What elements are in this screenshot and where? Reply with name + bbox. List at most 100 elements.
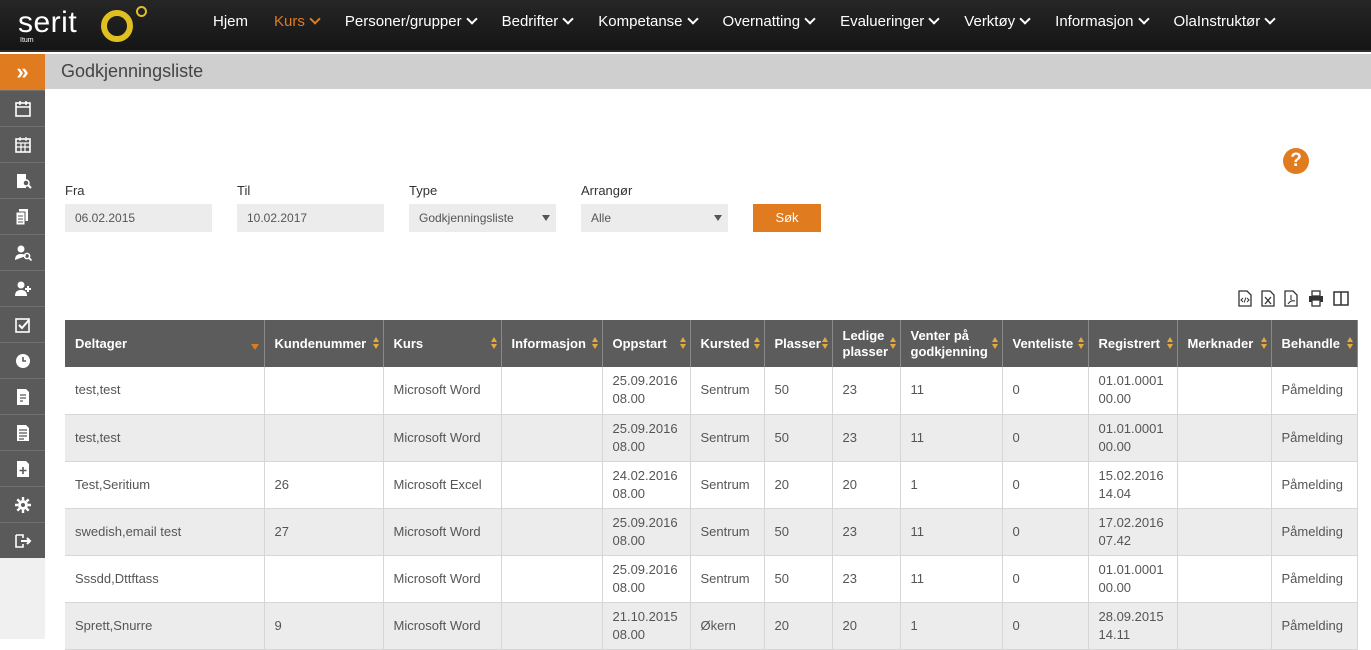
sort-icon[interactable] [991,337,999,351]
table-row[interactable]: Test,Seritium 26 Microsoft Excel 24.02.2016… [65,461,1358,509]
sidebar-toggle-button[interactable]: » [0,54,45,90]
columns-icon[interactable] [1333,290,1349,307]
cell-deltager: test,test [65,414,265,462]
nav-item-kurs[interactable]: Kurs [261,13,332,30]
sidebar-item-calendar-grid[interactable] [0,126,45,162]
print-icon[interactable] [1308,290,1324,307]
cell-registrert: 01.01.0001 00.00 [1088,367,1178,415]
column-header-registrert[interactable]: Registrert [1088,320,1178,367]
cell-kurs: Microsoft Excel [383,461,502,509]
sidebar-item-checkbox[interactable] [0,306,45,342]
cell-informasjon [501,602,603,650]
table-row[interactable]: Sprett,Snurre 9 Microsoft Word 21.10.2015 0… [65,602,1358,650]
column-header-merknader[interactable]: Merknader [1177,320,1272,367]
table-row[interactable]: test,test Microsoft Word 25.09.2016 08.00 S… [65,367,1358,415]
sidebar-item-logout[interactable] [0,522,45,558]
column-header-venteliste[interactable]: Venteliste [1002,320,1089,367]
pdf-export-icon[interactable] [1283,290,1299,307]
sidebar-item-report[interactable] [0,378,45,414]
sidebar-item-documents[interactable] [0,198,45,234]
column-header-kursted[interactable]: Kursted [690,320,765,367]
cell-behandle[interactable]: Påmelding [1271,555,1358,603]
nav-item-hjem[interactable]: Hjem [200,13,261,30]
logo-subtext: Itum [20,37,34,44]
nav-item-bedrifter[interactable]: Bedrifter [489,13,586,30]
chevron-down-icon [1264,12,1276,25]
cell-registrert: 17.02.2016 07.42 [1088,508,1178,556]
cell-kurs: Microsoft Word [383,414,502,462]
cell-plasser: 20 [764,461,833,509]
til-date-input[interactable]: 10.02.2017 [237,204,384,232]
column-header-plasser[interactable]: Plasser [764,320,833,367]
serit-logo[interactable]: serit Itum [18,6,158,46]
sort-icon[interactable] [1260,337,1268,351]
sort-icon[interactable] [889,337,897,351]
cell-venter-på-godkjenning: 11 [900,414,1003,462]
sort-desc-icon[interactable] [250,344,259,350]
cell-venteliste: 0 [1002,461,1089,509]
sort-icon[interactable] [1077,337,1085,351]
sidebar-item-user-add[interactable] [0,270,45,306]
cell-informasjon [501,555,603,603]
sort-icon[interactable] [821,337,829,351]
sidebar-item-user-search[interactable] [0,234,45,270]
table-row[interactable]: swedish,email test 27 Microsoft Word 25.09.… [65,508,1358,556]
cell-informasjon [501,508,603,556]
table-row[interactable]: Sssdd,Dttftass Microsoft Word 25.09.2016 0… [65,555,1358,603]
nav-item-personer-grupper[interactable]: Personer/grupper [332,13,489,30]
column-header-ledige-plasser[interactable]: Ledige plasser [832,320,901,367]
sidebar-item-report-list[interactable] [0,414,45,450]
nav-item-informasjon[interactable]: Informasjon [1042,13,1160,30]
cell-plasser: 50 [764,555,833,603]
type-select[interactable]: Godkjenningsliste [409,204,556,232]
excel-export-icon[interactable] [1260,290,1276,307]
sort-icon[interactable] [679,337,687,351]
column-header-kundenummer[interactable]: Kundenummer [264,320,384,367]
column-header-deltager[interactable]: Deltager [65,320,265,367]
sidebar-item-gear[interactable] [0,486,45,522]
sidebar-item-calendar[interactable] [0,90,45,126]
cell-behandle[interactable]: Påmelding [1271,508,1358,556]
cell-behandle[interactable]: Påmelding [1271,461,1358,509]
nav-item-verktøy[interactable]: Verktøy [951,13,1042,30]
search-button[interactable]: Søk [753,204,821,232]
column-header-oppstart[interactable]: Oppstart [602,320,691,367]
nav-item-label: Kompetanse [598,12,683,30]
cell-behandle[interactable]: Påmelding [1271,367,1358,415]
double-chevron-right-icon: » [16,59,29,84]
column-header-behandle[interactable]: Behandle [1271,320,1358,367]
cell-kurs: Microsoft Word [383,367,502,415]
fra-date-input[interactable]: 06.02.2015 [65,204,212,232]
logo-dot-icon [136,6,147,17]
nav-item-kompetanse[interactable]: Kompetanse [585,13,709,30]
cell-kursted: Økern [690,602,765,650]
column-header-informasjon[interactable]: Informasjon [501,320,603,367]
sidebar-item-report-add[interactable] [0,450,45,486]
sort-icon[interactable] [591,337,599,351]
clock-icon [15,353,30,368]
sort-icon[interactable] [372,337,380,351]
arrangor-select[interactable]: Alle [581,204,728,232]
xml-export-icon[interactable] [1237,290,1253,307]
search-document-icon [16,173,32,189]
cell-behandle[interactable]: Påmelding [1271,602,1358,650]
sort-icon[interactable] [753,337,761,351]
sort-icon[interactable] [1346,337,1354,351]
sidebar-item-search-document[interactable] [0,162,45,198]
cell-behandle[interactable]: Påmelding [1271,414,1358,462]
help-icon[interactable]: ? [1283,148,1309,174]
cell-oppstart: 21.10.2015 08.00 [602,602,691,650]
table-row[interactable]: test,test Microsoft Word 25.09.2016 08.00 S… [65,414,1358,462]
nav-item-olainstruktør[interactable]: OlaInstruktør [1161,13,1288,30]
column-header-kurs[interactable]: Kurs [383,320,502,367]
nav-item-evalueringer[interactable]: Evalueringer [827,13,951,30]
sort-icon[interactable] [490,337,498,351]
column-header-label: Ledige plasser [842,327,889,359]
column-header-venter-på-godkjenning[interactable]: Venter på godkjenning [900,320,1003,367]
sort-icon[interactable] [1166,337,1174,351]
cell-venteliste: 0 [1002,508,1089,556]
sidebar-item-clock[interactable] [0,342,45,378]
cell-deltager: Sssdd,Dttftass [65,555,265,603]
cell-venter-på-godkjenning: 11 [900,555,1003,603]
nav-item-overnatting[interactable]: Overnatting [710,13,828,30]
